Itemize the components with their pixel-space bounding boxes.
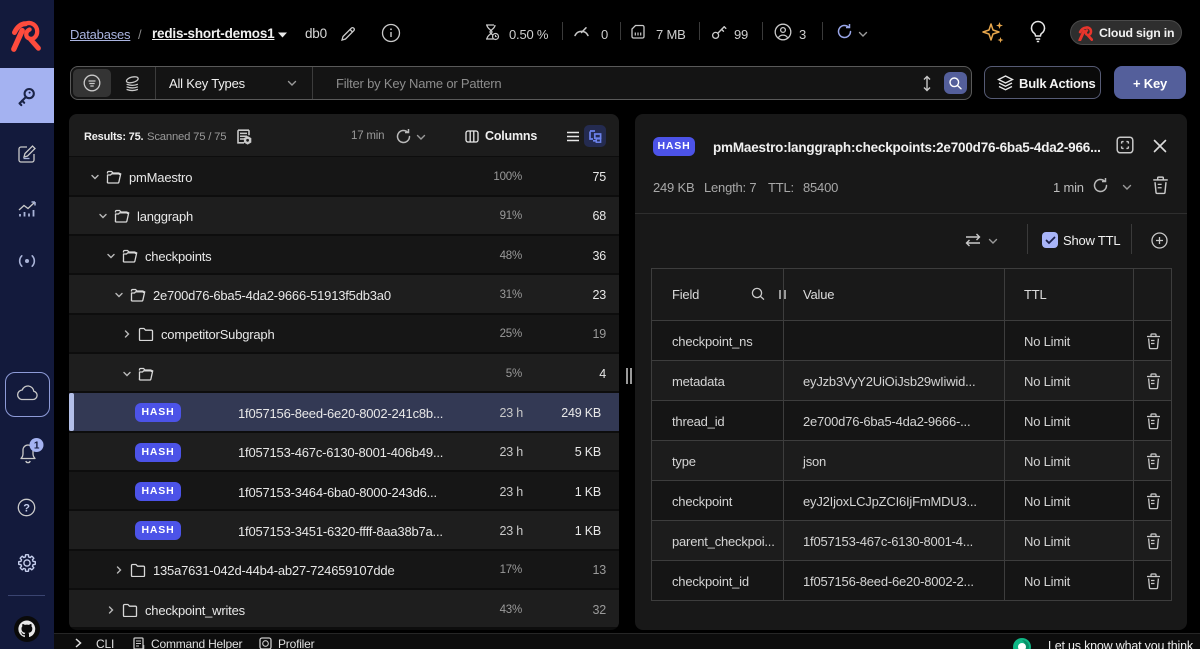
svg-text:?: ? xyxy=(23,502,30,514)
svg-text:1: 1 xyxy=(34,441,40,452)
